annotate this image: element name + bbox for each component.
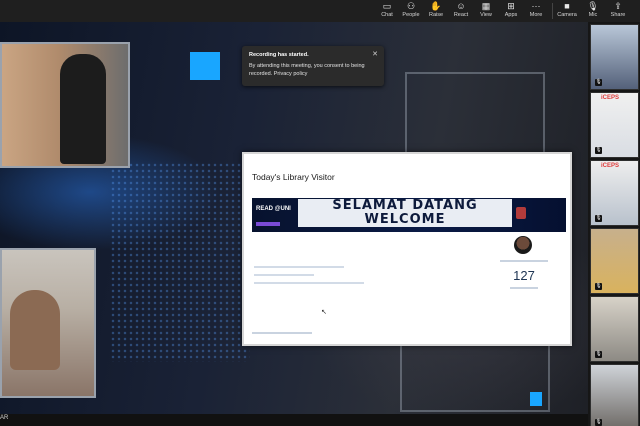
presentation-slide: Today's Library Visitor READ @UNI SELAMA… [242,152,572,346]
faint-text-line [510,287,538,289]
participant-tile[interactable]: 🎙 [590,296,639,362]
mic-off-icon: 🎙 [587,1,599,11]
bottom-bar: AR [0,414,588,426]
mic-off-icon: 🎙 [595,215,602,222]
participant-tile[interactable]: 🎙 [590,24,639,90]
camera-button[interactable]: ■ Camera [554,0,580,22]
visitor-avatar [514,236,532,254]
participant-tile[interactable]: iCEPS 🎙 [590,160,639,226]
notification-title: Recording has started. [249,52,309,58]
participant-tile[interactable]: iCEPS 🎙 [590,92,639,158]
cyan-square-decoration [190,52,220,80]
shared-screen: Today's Library Visitor READ @UNI SELAMA… [0,22,588,414]
react-button[interactable]: ☺ React [448,0,474,22]
toolbar-divider [552,3,553,19]
photo-panel [0,248,96,398]
more-icon: ··· [531,1,541,11]
mouse-cursor-icon: ↖ [321,309,327,316]
participant-brand-label: iCEPS [601,95,620,101]
apps-button[interactable]: ⊞ Apps [498,0,524,22]
visitor-count: 127 [513,268,535,283]
raise-hand-icon: ✋ [430,1,442,11]
meeting-toolbar: ▭ Chat ⚇ People ✋ Raise ☺ React ▦ View ⊞… [0,0,640,22]
share-button[interactable]: ⇪ Share [605,0,631,22]
close-icon[interactable]: ✕ [372,50,378,58]
participant-tile[interactable]: 🎙 [590,364,639,426]
faint-text-line [254,282,364,284]
notification-body: By attending this meeting, you consent t… [249,63,365,77]
faint-text-line [252,332,312,334]
banner-welcome-box: SELAMAT DATANG WELCOME [298,199,512,227]
view-icon: ▦ [481,1,491,11]
participant-strip: 🎙 iCEPS 🎙 iCEPS 🎙 🎙 🎙 🎙 [588,22,640,426]
raise-button[interactable]: ✋ Raise [423,0,449,22]
banner-line-2: WELCOME [364,212,446,227]
photo-panel [0,42,130,168]
mic-off-icon: 🎙 [595,419,602,426]
slide-title: Today's Library Visitor [252,172,335,182]
share-icon: ⇪ [614,1,622,11]
participant-brand-label: iCEPS [601,163,620,169]
react-icon: ☺ [456,1,466,11]
people-icon: ⚇ [406,1,416,11]
camera-icon: ■ [564,1,570,11]
banner-read-label: READ @UNI [256,206,291,212]
university-logo [516,207,526,219]
banner-line-1: SELAMAT DATANG [332,198,478,213]
mic-off-icon: 🎙 [595,79,602,86]
particle-decoration [110,162,250,362]
faint-text-line [254,266,344,268]
welcome-banner: READ @UNI SELAMAT DATANG WELCOME [252,198,566,232]
people-button[interactable]: ⚇ People [398,0,424,22]
presenter-name: AR [0,415,9,421]
recording-notification: Recording has started. ✕ By attending th… [242,46,384,86]
mic-off-icon: 🎙 [595,283,602,290]
mic-off-icon: 🎙 [595,147,602,154]
mic-button[interactable]: 🎙 Mic [580,0,606,22]
participant-tile[interactable]: 🎙 [590,228,639,294]
chat-icon: ▭ [382,1,392,11]
banner-strip [256,222,280,226]
apps-icon: ⊞ [507,1,515,11]
chat-button[interactable]: ▭ Chat [374,0,400,22]
view-button[interactable]: ▦ View [473,0,499,22]
faint-text-line [254,274,314,276]
faint-text-line [500,260,548,262]
more-button[interactable]: ··· More [523,0,549,22]
frame-decoration [405,72,545,162]
mic-off-icon: 🎙 [595,351,602,358]
